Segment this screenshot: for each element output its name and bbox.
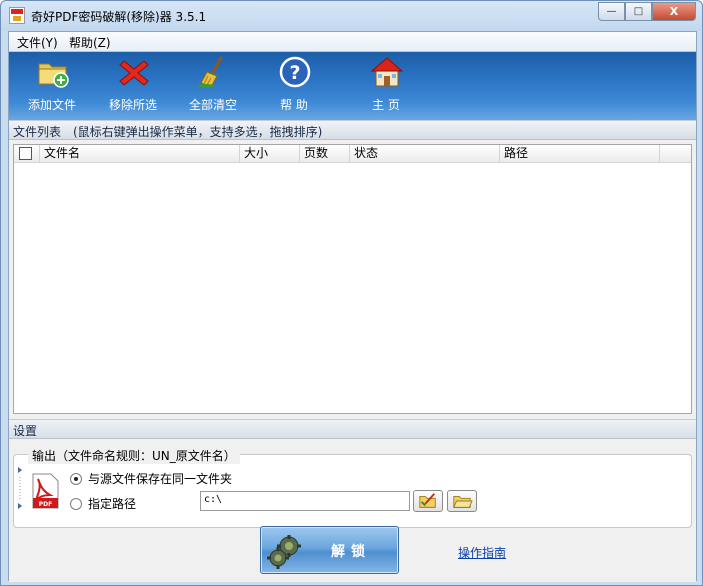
window-title: 奇好PDF密码破解(移除)器 3.5.1 <box>31 10 207 24</box>
clear-all-button[interactable]: 全部清空 <box>177 54 249 116</box>
remove-selected-label: 移除所选 <box>108 98 157 112</box>
clear-all-label: 全部清空 <box>188 98 237 112</box>
app-window: 奇好PDF密码破解(移除)器 3.5.1 — □ X 文件(Y) 帮助(Z) 添… <box>0 0 703 586</box>
svg-text:PDF: PDF <box>39 501 52 508</box>
help-button[interactable]: ? 帮 助 <box>258 54 330 116</box>
col-select-all[interactable] <box>14 145 40 162</box>
operation-guide-link[interactable]: 操作指南 <box>458 544 506 561</box>
remove-x-icon <box>119 60 149 86</box>
client-area: 文件(Y) 帮助(Z) 添加文件 移除所选 全部清空 ? 帮 助 主 页 文件列… <box>8 31 697 582</box>
gears-icon <box>267 535 301 569</box>
col-pages[interactable]: 页数 <box>300 145 350 162</box>
output-group: 输出（文件命名规则：UN_原文件名） PDF 与源文件保存在同一文件夹 指定路径… <box>13 447 692 528</box>
close-icon: X <box>669 5 679 18</box>
svg-text:?: ? <box>289 62 300 84</box>
output-group-title: 输出（文件命名规则：UN_原文件名） <box>28 447 240 464</box>
custom-path-label: 指定路径 <box>88 497 137 511</box>
add-folder-icon <box>38 63 69 88</box>
close-button[interactable]: X <box>652 2 696 21</box>
browse-folder-button[interactable] <box>447 490 477 512</box>
minimize-icon: — <box>606 6 617 17</box>
file-list-title: 文件列表 <box>13 125 62 139</box>
same-folder-label: 与源文件保存在同一文件夹 <box>88 472 233 486</box>
menu-file[interactable]: 文件(Y) <box>15 34 60 51</box>
select-all-checkbox[interactable] <box>19 147 32 160</box>
maximize-icon: □ <box>633 6 644 17</box>
unlock-button[interactable]: 解锁 <box>260 526 399 574</box>
unlock-label: 解锁 <box>331 544 371 560</box>
broom-icon <box>198 56 223 88</box>
file-list-bar: 文件列表 (鼠标右键弹出操作菜单，支持多选，拖拽排序) <box>9 120 696 140</box>
grip-handle-icon[interactable] <box>16 463 24 513</box>
output-path-input[interactable]: c:\ <box>200 491 410 511</box>
open-folder-icon <box>453 496 473 508</box>
recent-path-button[interactable] <box>413 490 443 512</box>
toolbar: 添加文件 移除所选 全部清空 ? 帮 助 主 页 <box>9 52 696 120</box>
file-list-hint: (鼠标右键弹出操作菜单，支持多选，拖拽排序) <box>73 125 323 139</box>
col-filename[interactable]: 文件名 <box>40 145 240 162</box>
folder-edit-icon <box>419 493 436 508</box>
col-path[interactable]: 路径 <box>500 145 660 162</box>
maximize-button[interactable]: □ <box>625 2 652 21</box>
file-list[interactable]: 文件名 大小 页数 状态 路径 <box>13 144 692 414</box>
home-icon <box>370 57 404 87</box>
option-same-folder[interactable]: 与源文件保存在同一文件夹 <box>70 470 232 487</box>
add-file-button[interactable]: 添加文件 <box>16 54 88 116</box>
option-custom-path[interactable]: 指定路径 <box>70 495 136 512</box>
pdf-file-icon: PDF <box>32 473 59 509</box>
col-status[interactable]: 状态 <box>350 145 500 162</box>
menu-help[interactable]: 帮助(Z) <box>67 34 113 51</box>
title-bar[interactable]: 奇好PDF密码破解(移除)器 3.5.1 — □ X <box>1 1 702 31</box>
help-label: 帮 助 <box>280 98 308 112</box>
file-list-header: 文件名 大小 页数 状态 路径 <box>14 145 691 163</box>
home-button[interactable]: 主 页 <box>350 54 422 116</box>
help-question-icon: ? <box>279 56 311 88</box>
menu-bar: 文件(Y) 帮助(Z) <box>9 32 696 52</box>
window-controls: — □ X <box>598 2 696 21</box>
add-file-label: 添加文件 <box>27 98 76 112</box>
minimize-button[interactable]: — <box>598 2 625 21</box>
settings-title: 设置 <box>13 424 38 438</box>
col-size[interactable]: 大小 <box>240 145 300 162</box>
remove-selected-button[interactable]: 移除所选 <box>97 54 169 116</box>
same-folder-radio[interactable] <box>70 472 82 485</box>
settings-bar: 设置 <box>9 419 696 439</box>
home-label: 主 页 <box>372 98 400 112</box>
app-icon[interactable] <box>9 7 25 24</box>
custom-path-radio[interactable] <box>70 497 82 510</box>
